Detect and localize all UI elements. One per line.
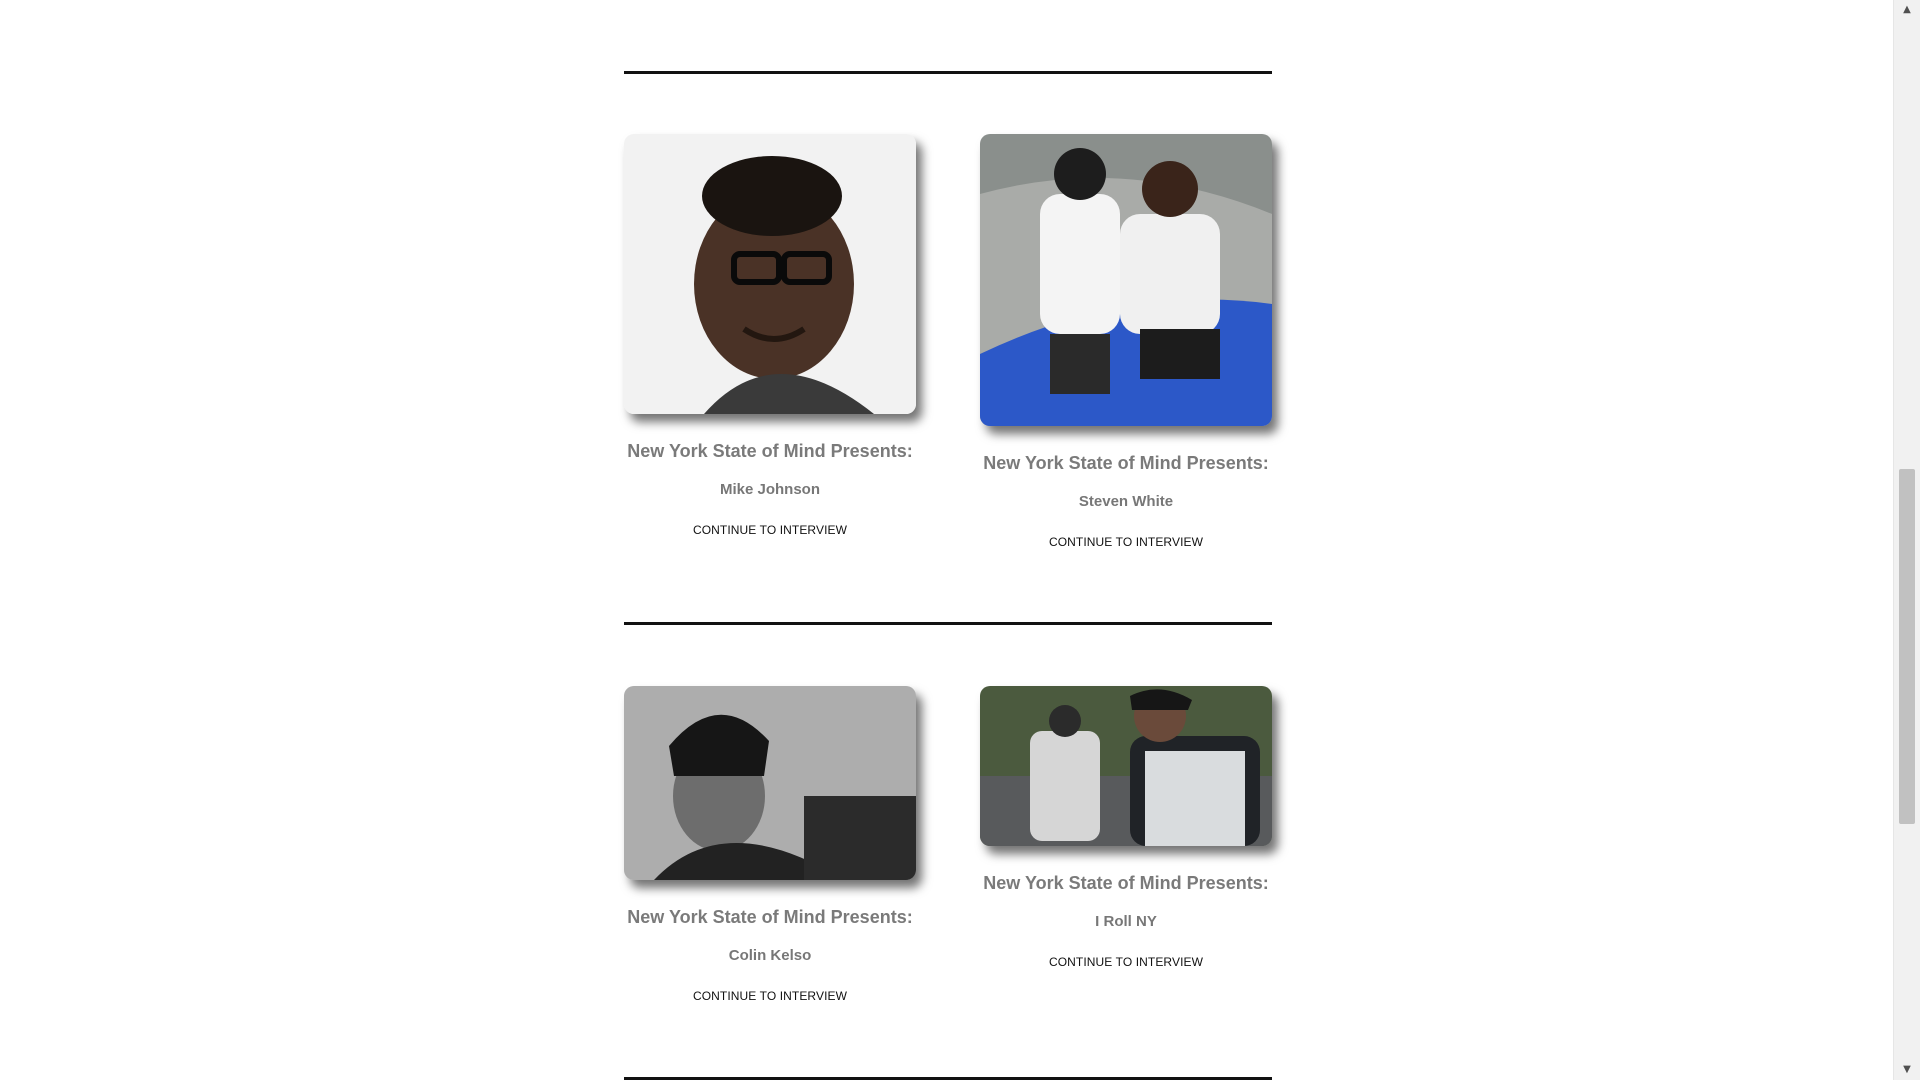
interviewee-name: Steven White [1078,493,1174,510]
interviewee-name: Mike Johnson [719,481,820,498]
vertical-scrollbar[interactable]: ▲ ▼ [1893,0,1920,1080]
group-photo[interactable] [980,686,1272,846]
series-title: New York State of Mind Presents: [627,907,913,927]
scroll-thumb[interactable] [1899,469,1915,824]
continue-to-interview-link[interactable]: CONTINUE TO INTERVIEW [693,989,847,1003]
section-divider [624,622,1272,625]
portrait-photo[interactable] [624,686,916,880]
series-title: New York State of Mind Presents: [983,873,1269,893]
interviewee-name: Colin Kelso [728,947,812,964]
series-title: New York State of Mind Presents: [627,441,913,461]
skatepark-photo[interactable] [980,134,1272,426]
continue-to-interview-link[interactable]: CONTINUE TO INTERVIEW [693,523,847,537]
continue-to-interview-link[interactable]: CONTINUE TO INTERVIEW [1049,955,1203,969]
interview-card-i-roll-ny: New York State of Mind Presents: I Roll … [980,686,1272,971]
interview-card-steven-white: New York State of Mind Presents: Steven … [980,134,1272,551]
series-title: New York State of Mind Presents: [983,453,1269,473]
interview-card-mike-johnson: New York State of Mind Presents: Mike Jo… [624,134,916,539]
continue-to-interview-link[interactable]: CONTINUE TO INTERVIEW [1049,535,1203,549]
interviewee-name: I Roll NY [1095,913,1157,930]
arrow-up-icon[interactable]: ▲ [1894,2,1920,18]
page: New York State of Mind Presents: Mike Jo… [0,0,1920,1080]
interview-card-colin-kelso: New York State of Mind Presents: Colin K… [624,686,916,1005]
section-divider [624,71,1272,74]
arrow-down-icon[interactable]: ▼ [1894,1062,1920,1078]
portrait-photo[interactable] [624,134,916,414]
